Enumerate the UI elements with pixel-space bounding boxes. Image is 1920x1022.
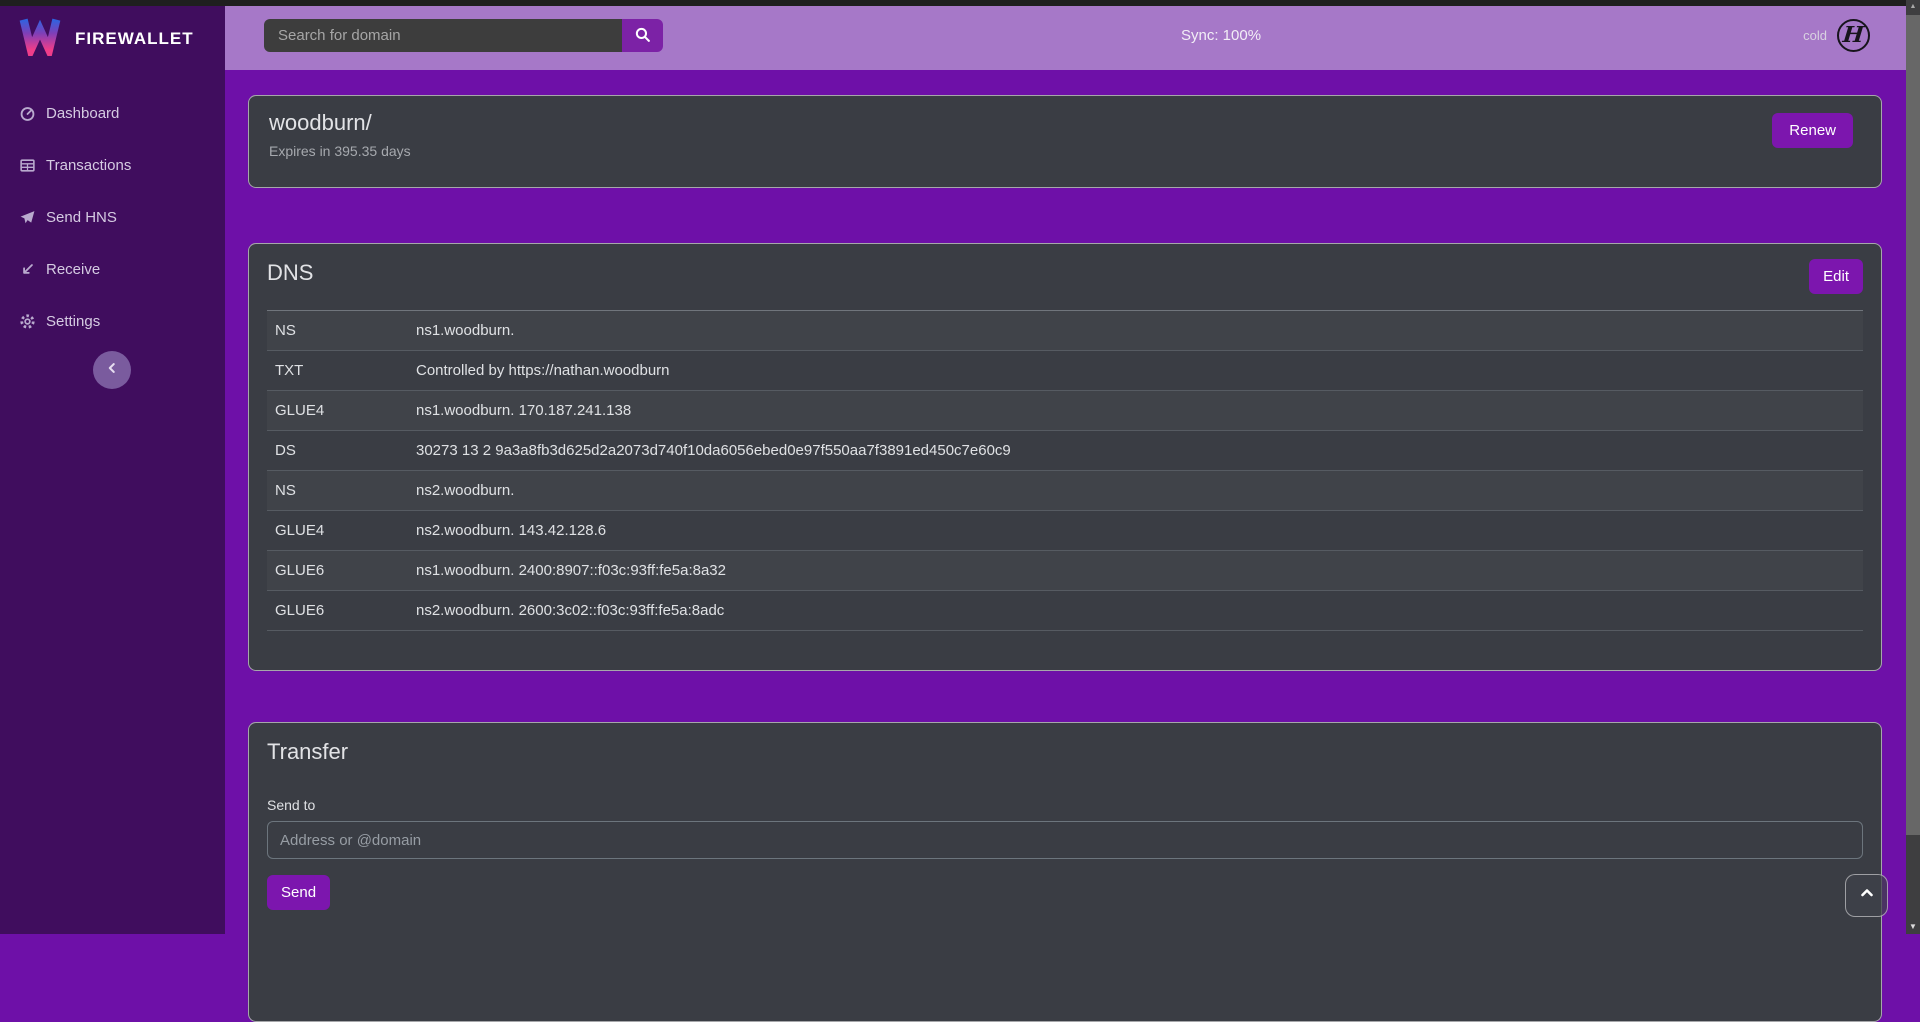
dns-record-value: ns1.woodburn. 170.187.241.138	[416, 402, 1863, 419]
dns-record-type: TXT	[267, 362, 416, 379]
dns-record-type: GLUE6	[267, 602, 416, 619]
gear-icon	[18, 312, 36, 330]
sidebar-item-label: Send HNS	[46, 209, 117, 226]
edit-dns-button[interactable]: Edit	[1809, 259, 1863, 294]
sidebar-item-transactions[interactable]: Transactions	[0, 139, 225, 191]
dns-record-type: GLUE4	[267, 402, 416, 419]
domain-search	[264, 19, 663, 52]
gauge-icon	[18, 104, 36, 122]
dns-record-row: GLUE4 ns2.woodburn. 143.42.128.6	[267, 511, 1863, 551]
dns-record-row: GLUE6 ns2.woodburn. 2600:3c02::f03c:93ff…	[267, 591, 1863, 631]
dns-record-value: ns2.woodburn. 143.42.128.6	[416, 522, 1863, 539]
table-icon	[18, 156, 36, 174]
domain-expiry: Expires in 395.35 days	[269, 143, 1861, 159]
renew-button[interactable]: Renew	[1772, 113, 1853, 148]
sidebar-item-receive[interactable]: Receive	[0, 243, 225, 295]
sidebar-item-label: Settings	[46, 313, 100, 330]
transfer-card: Transfer Send to Send	[248, 722, 1882, 1022]
sidebar-collapse-button[interactable]	[93, 351, 131, 389]
dns-record-row: DS 30273 13 2 9a3a8fb3d625d2a2073d740f10…	[267, 431, 1863, 471]
dns-record-value: ns1.woodburn. 2400:8907::f03c:93ff:fe5a:…	[416, 562, 1863, 579]
chevron-up-icon	[1859, 885, 1875, 906]
handshake-icon[interactable]: H	[1837, 19, 1870, 52]
sidebar-nav: Dashboard Transactions Send HNS Receive …	[0, 87, 225, 347]
dns-record-type: NS	[267, 482, 416, 499]
search-input[interactable]	[264, 19, 622, 52]
scrollbar-thumb[interactable]	[1906, 15, 1920, 835]
send-to-label: Send to	[267, 797, 1863, 813]
sidebar-item-label: Transactions	[46, 157, 131, 174]
dns-record-type: NS	[267, 322, 416, 339]
dns-record-value: Controlled by https://nathan.woodburn	[416, 362, 1863, 379]
dns-card: DNS Edit NS ns1.woodburn. TXT Controlled…	[248, 243, 1882, 671]
sync-status: Sync: 100%	[1181, 0, 1261, 70]
top-edge	[0, 0, 1906, 6]
dns-records-table: NS ns1.woodburn. TXT Controlled by https…	[267, 311, 1863, 631]
brand: FIREWALLET	[0, 0, 225, 61]
dns-record-value: 30273 13 2 9a3a8fb3d625d2a2073d740f10da6…	[416, 442, 1863, 459]
search-icon	[634, 26, 651, 46]
dns-record-row: NS ns1.woodburn.	[267, 311, 1863, 351]
dns-record-value: ns2.woodburn.	[416, 482, 1863, 499]
paper-plane-icon	[18, 208, 36, 226]
dns-record-row: NS ns2.woodburn.	[267, 471, 1863, 511]
sidebar-item-label: Receive	[46, 261, 100, 278]
dns-record-row: TXT Controlled by https://nathan.woodbur…	[267, 351, 1863, 391]
transfer-title: Transfer	[267, 739, 1863, 765]
chevron-left-icon	[105, 361, 119, 380]
arrow-down-left-icon	[18, 260, 36, 278]
triangle-down-icon[interactable]: ▼	[1906, 922, 1920, 931]
dns-record-value: ns1.woodburn.	[416, 322, 1863, 339]
dns-record-row: GLUE4 ns1.woodburn. 170.187.241.138	[267, 391, 1863, 431]
dns-title: DNS	[267, 260, 1863, 286]
dns-record-type: DS	[267, 442, 416, 459]
firewallet-logo	[18, 16, 62, 61]
search-button[interactable]	[622, 19, 663, 52]
scroll-to-top-button[interactable]	[1845, 874, 1888, 917]
sidebar-item-settings[interactable]: Settings	[0, 295, 225, 347]
sidebar-item-label: Dashboard	[46, 105, 119, 122]
sidebar: FIREWALLET Dashboard Transactions Send H…	[0, 0, 225, 934]
wallet-name: cold	[1803, 28, 1827, 43]
sidebar-item-dashboard[interactable]: Dashboard	[0, 87, 225, 139]
transfer-address-input[interactable]	[267, 821, 1863, 859]
brand-name: FIREWALLET	[75, 29, 194, 49]
sidebar-item-send-hns[interactable]: Send HNS	[0, 191, 225, 243]
dns-record-type: GLUE6	[267, 562, 416, 579]
dns-record-value: ns2.woodburn. 2600:3c02::f03c:93ff:fe5a:…	[416, 602, 1863, 619]
dns-card-header: DNS	[267, 244, 1863, 311]
domain-title: woodburn/	[269, 110, 1861, 136]
vertical-scrollbar[interactable]: ▲ ▼	[1906, 0, 1920, 934]
dns-record-type: GLUE4	[267, 522, 416, 539]
triangle-up-icon[interactable]: ▲	[1906, 3, 1920, 10]
wallet-menu: cold H	[1803, 0, 1870, 70]
send-button[interactable]: Send	[267, 875, 330, 910]
dns-record-row: GLUE6 ns1.woodburn. 2400:8907::f03c:93ff…	[267, 551, 1863, 591]
topbar: Sync: 100% cold H	[225, 0, 1906, 70]
domain-card: woodburn/ Expires in 395.35 days Renew	[248, 95, 1882, 188]
